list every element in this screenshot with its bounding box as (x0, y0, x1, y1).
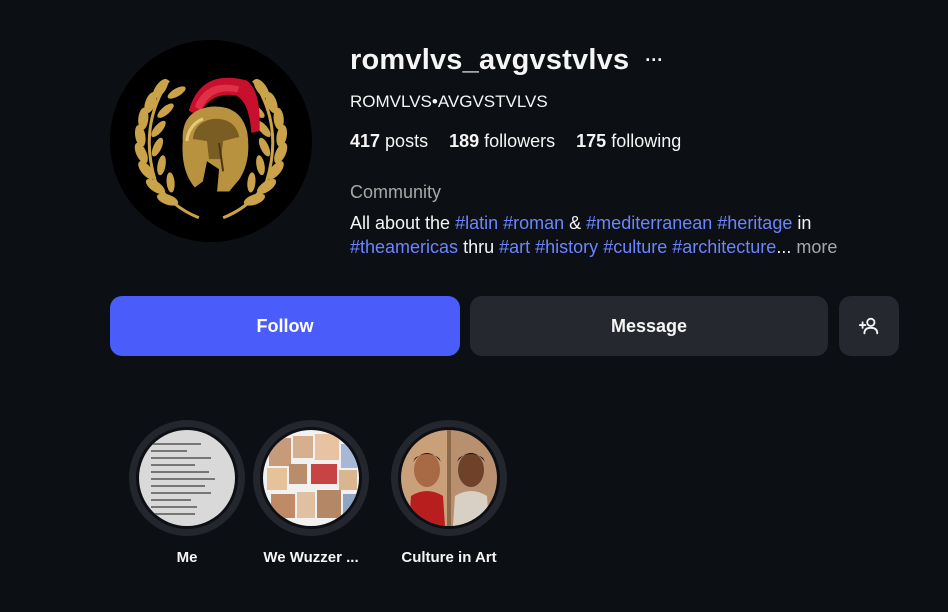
posts-count: 417 (350, 131, 381, 151)
profile-avatar[interactable] (110, 40, 312, 242)
bio-more-link[interactable]: more (791, 237, 837, 257)
story-highlight[interactable]: We Wuzzer ... (241, 420, 381, 566)
followers-stat[interactable]: 189 followers (449, 131, 555, 152)
hashtag-link[interactable]: #roman (503, 213, 564, 233)
more-options-icon[interactable]: ··· (645, 51, 663, 69)
profile-bio: All about the #latin #roman & #mediterra… (350, 211, 890, 259)
highlight-ring (391, 420, 507, 536)
hashtag-link[interactable]: #history (535, 237, 598, 257)
highlight-cover-me (139, 430, 235, 526)
fayum-portraits-thumbnail (401, 430, 497, 526)
photo-collage-thumbnail (263, 430, 359, 526)
bio-text: thru (458, 237, 500, 257)
highlight-ring (129, 420, 245, 536)
highlight-ring (253, 420, 369, 536)
username: romvlvs_avgvstvlvs (350, 44, 630, 76)
followers-count: 189 (449, 131, 480, 151)
username-row: romvlvs_avgvstvlvs ··· (350, 44, 663, 77)
highlight-label: Me (176, 549, 198, 566)
highlight-inner (260, 427, 362, 529)
followers-label: followers (484, 131, 556, 151)
highlight-inner (398, 427, 500, 529)
profile-stats: 417 posts 189 followers 175 following (350, 131, 681, 152)
hashtag-link[interactable]: #heritage (717, 213, 792, 233)
message-button[interactable]: Message (470, 296, 828, 356)
bio-ellipsis: ... (776, 237, 792, 257)
hashtag-link[interactable]: #latin (455, 213, 498, 233)
following-stat[interactable]: 175 following (576, 131, 681, 152)
text-list-thumbnail (139, 430, 235, 526)
highlight-label: Culture in Art (401, 549, 497, 566)
bio-text: All about the (350, 213, 456, 233)
spartan-helmet-laurel-logo (110, 40, 312, 242)
hashtag-link[interactable]: #culture (603, 237, 667, 257)
hashtag-link[interactable]: #architecture (672, 237, 776, 257)
highlight-inner (136, 427, 238, 529)
posts-label: posts (385, 131, 429, 151)
following-count: 175 (576, 131, 607, 151)
following-label: following (611, 131, 682, 151)
story-highlight[interactable]: Me (117, 420, 257, 566)
person-add-icon (858, 317, 879, 335)
profile-category: Community (350, 182, 442, 202)
follow-button[interactable]: Follow (110, 296, 460, 356)
hashtag-link[interactable]: #theamericas (350, 237, 458, 257)
hashtag-link[interactable]: #art (499, 237, 530, 257)
highlight-cover-portraits (401, 430, 497, 526)
profile-page: romvlvs_avgvstvlvs ··· ROMVLVS•AVGVSTVLV… (0, 0, 948, 612)
hashtag-link[interactable]: #mediterranean (586, 213, 712, 233)
posts-stat[interactable]: 417 posts (350, 131, 428, 152)
full-name: ROMVLVS•AVGVSTVLVS (350, 92, 548, 111)
suggest-users-button[interactable] (839, 296, 899, 356)
story-highlight[interactable]: Culture in Art (379, 420, 519, 566)
bio-text: & (564, 213, 587, 233)
highlight-cover-collage (263, 430, 359, 526)
highlight-label: We Wuzzer ... (263, 549, 359, 566)
bio-text: in (792, 213, 812, 233)
